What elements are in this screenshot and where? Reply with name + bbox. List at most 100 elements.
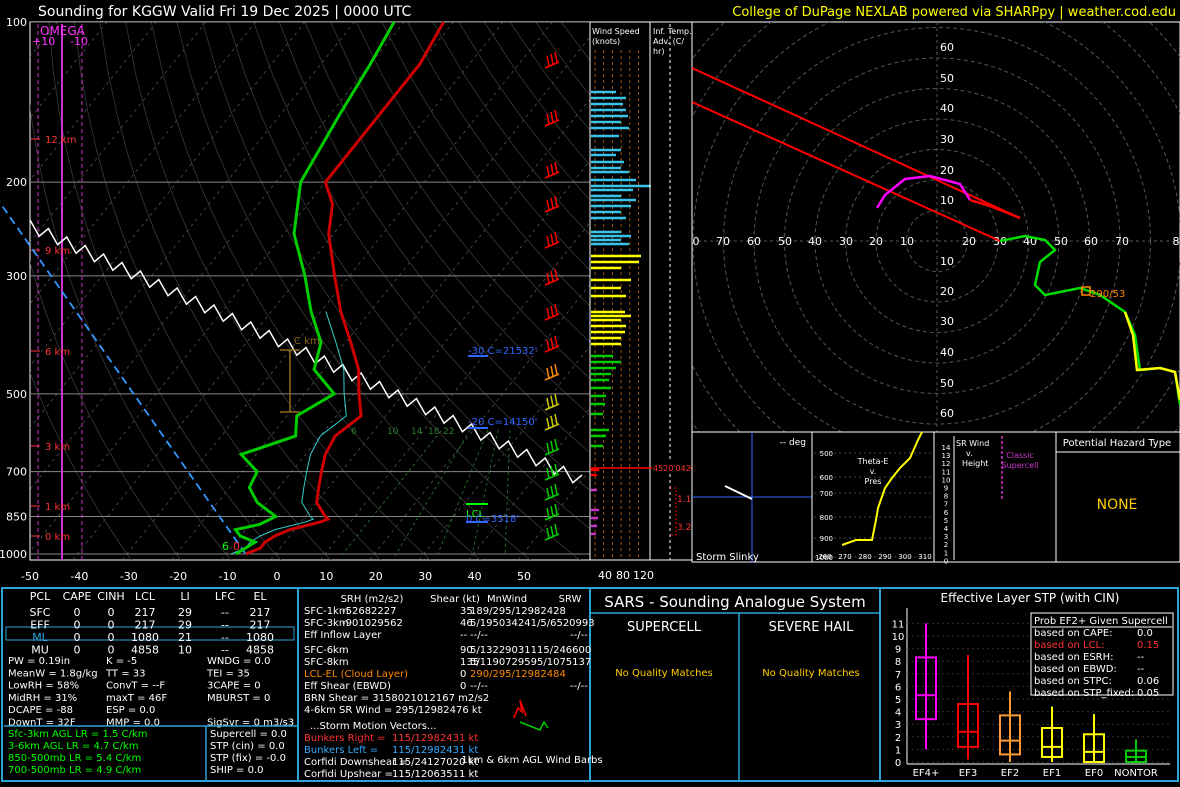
srwind-height-tick: 2: [944, 541, 948, 549]
hodo-y-tick: 10: [940, 255, 954, 268]
kin-label: SFC-8km: [304, 657, 349, 668]
kin-srw: --/--: [570, 681, 588, 692]
storm-motion-title: ...Storm Motion Vectors...: [310, 721, 436, 732]
mixing-ratio-label: 14: [411, 427, 423, 437]
hodo-y-tick: 50: [940, 377, 954, 390]
index-cell: SigSvr = 0 m3/s3: [207, 718, 294, 729]
prob-value: --: [1137, 652, 1145, 663]
stp-title: Effective Layer STP (with CIN): [941, 591, 1120, 605]
composite-index: STP (cin) = 0.0: [210, 741, 285, 752]
srwind-title: SR Wind: [956, 439, 989, 448]
prob-label: based on STPC:: [1034, 676, 1112, 687]
kin-shear: 0: [460, 669, 466, 680]
prob-title: Prob EF2+ Given Supercell: [1034, 616, 1168, 627]
storm-vector-label: Corfidi Upshear =: [304, 769, 393, 780]
temp-tick: -10: [219, 570, 237, 583]
prob-label: based on CAPE:: [1034, 628, 1113, 639]
temp-tick: 50: [517, 570, 531, 583]
ckm-label: C km: [294, 336, 320, 347]
parcel-cell: MU: [31, 644, 49, 657]
hodo-x-tick: 70: [716, 235, 730, 248]
parcel-cell: 1080: [131, 631, 159, 644]
index-cell: MidRH = 31%: [8, 693, 77, 704]
parcel-cell: 29: [178, 619, 192, 632]
theta-temp-tick: 280: [858, 553, 871, 561]
parcel-cell: 21: [178, 631, 192, 644]
wind-speed-tick: 120: [633, 569, 654, 582]
stp-y-tick: 11: [892, 619, 905, 630]
parcel-cell: 0: [108, 631, 115, 644]
stp-y-tick: 5: [895, 695, 901, 706]
stp-y-tick: 7: [895, 670, 901, 681]
stp-category: EF0: [1085, 768, 1103, 779]
lapse-rate: 3-6km AGL LR = 4.7 C/km: [8, 741, 138, 752]
srwind-height-tick: 10: [942, 476, 951, 484]
hodo-x-tick: 20: [962, 235, 976, 248]
stp-y-tick: 3: [895, 720, 901, 731]
hodo-x-tick: 60: [747, 235, 761, 248]
temp-tick: -40: [70, 570, 88, 583]
parcel-cell: 0: [108, 644, 115, 657]
parcel-cell: SFC: [30, 606, 51, 619]
parcel-header: LCL: [135, 590, 156, 603]
srwind-height-tick: 5: [944, 517, 948, 525]
parcel-cell: --: [221, 644, 229, 657]
theta-pressure-tick: 900: [820, 535, 833, 543]
hodo-x-tick: 50: [778, 235, 792, 248]
inferred-temp-value: 1.1: [677, 495, 691, 505]
parcel-cell: 0: [74, 644, 81, 657]
storm-vector-value: 115/12063511 kt: [392, 769, 478, 780]
pressure-tick: 200: [6, 176, 27, 189]
hodo-y-tick: 10: [940, 194, 954, 207]
parcel-cell: 4858: [131, 644, 159, 657]
kin-shear: 0: [460, 681, 466, 692]
stp-y-tick: 2: [895, 733, 901, 744]
stp-prob-box: Prob EF2+ Given Supercellbased on CAPE:0…: [1031, 613, 1173, 699]
kin-mnwind: 290/295/12982484: [470, 669, 566, 680]
stp-y-tick: 10: [892, 632, 905, 643]
kin-label: LCL-EL (Cloud Layer): [304, 669, 408, 680]
height-label: 0 km: [45, 532, 70, 543]
stp-category: NONTOR: [1114, 768, 1158, 779]
inferred-temp-title-2: Adv. (C/: [653, 37, 684, 46]
stp-y-tick: 4: [895, 708, 901, 719]
stp-y-tick: 0: [895, 758, 901, 769]
parcel-cell: --: [221, 606, 229, 619]
kin-mnwind: 5/195034241/5/6520993: [470, 618, 595, 629]
kin-mnwind: --/--: [470, 630, 488, 641]
stp-y-tick: 9: [895, 645, 901, 656]
kin-shear: --: [460, 630, 468, 641]
hodo-x-tick: 20: [869, 235, 883, 248]
pressure-tick: 1000: [0, 548, 27, 561]
parcel-cell: EFF: [30, 619, 50, 632]
hodo-x-tick: 8: [1173, 235, 1180, 248]
omega-right-label: -10: [70, 35, 88, 48]
classic-label: Classic: [1006, 451, 1034, 460]
stp-y-tick: 1: [895, 745, 901, 756]
height-label: 9 km: [45, 246, 70, 257]
mixing-ratio-label: 18: [428, 427, 440, 437]
hodo-y-tick: 30: [940, 315, 954, 328]
index-cell: MBURST = 0: [207, 693, 270, 704]
srwind-height-tick: 11: [942, 468, 951, 476]
index-cell: MeanW = 1.8g/kg: [8, 668, 98, 679]
parcel-cell: 29: [178, 606, 192, 619]
parcel-cell: 0: [108, 606, 115, 619]
hodo-x-tick: 40: [808, 235, 822, 248]
theta-temp-tick: 300: [898, 553, 911, 561]
theta-pressure-tick: 600: [820, 474, 833, 482]
sars-title: SARS - Sounding Analogue System: [604, 593, 865, 611]
theta-pressure-tick: 700: [820, 490, 833, 498]
theta-pressure-tick: 500: [820, 450, 833, 458]
temp-tick: -20: [169, 570, 187, 583]
inferred-temp-title: Inf. Temp.: [653, 27, 692, 36]
theta-title-3: Pres: [865, 477, 882, 486]
kin-label: SFC-6km: [304, 645, 349, 656]
temp-tick: -50: [21, 570, 39, 583]
srwind-height-tick: 6: [944, 509, 949, 517]
stp-y-tick: 6: [895, 682, 901, 693]
kin-srw: --/--: [570, 630, 588, 641]
hodo-x-tick: 30: [839, 235, 853, 248]
hodo-y-tick: 20: [940, 164, 954, 177]
dgz-mid-label: -20 C=14150': [468, 417, 537, 428]
